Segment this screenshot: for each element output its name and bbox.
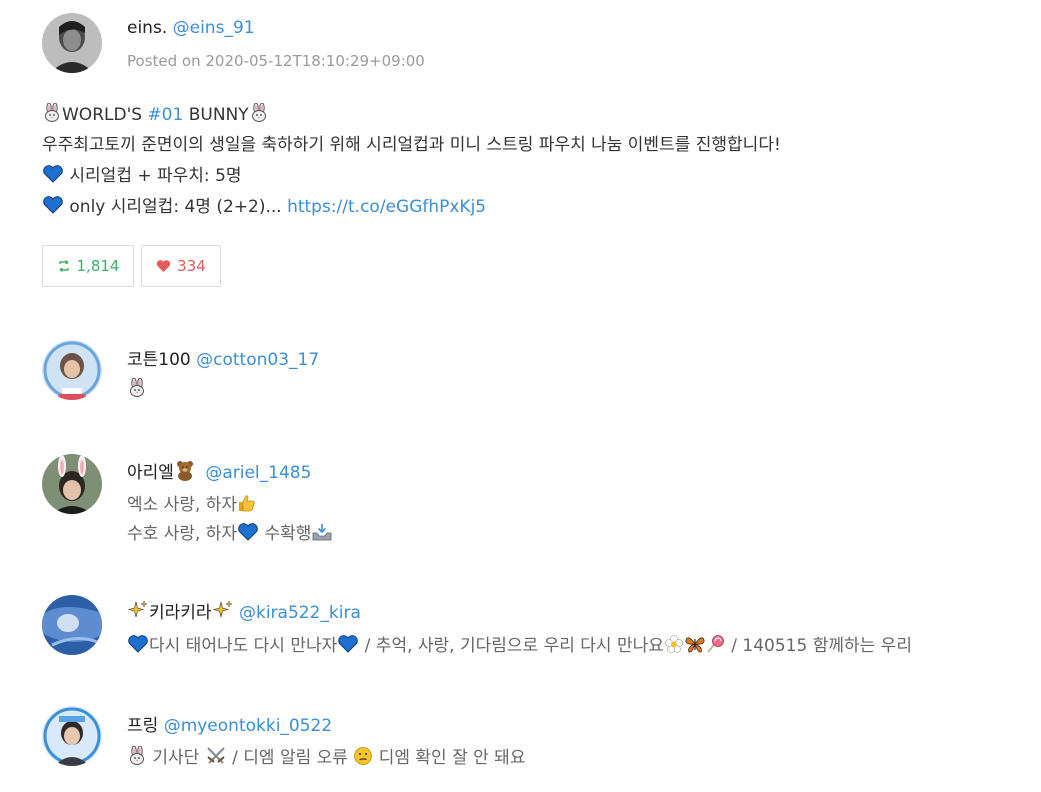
reply-display-name: 코튼100 (127, 350, 191, 370)
post-display-name: eins. (127, 18, 168, 38)
reply-text (127, 377, 147, 402)
blue-heart-emoji (237, 522, 259, 547)
reply-author-handle[interactable]: @myeontokki_0522 (164, 716, 333, 736)
reply-avatar-kira[interactable] (42, 595, 102, 655)
reply-text: 디엠 확인 잘 안 돼요 (373, 748, 526, 768)
thumbs-up-emoji (237, 493, 257, 518)
post-line-1-text-b: BUNNY (183, 105, 249, 125)
reply-text: / 추억, 사랑, 기다림으로 우리 다시 만나요 (359, 636, 664, 656)
post-timestamp: Posted on 2020-05-12T18:10:29+09:00 (127, 52, 425, 70)
post-body-line-1: WORLD'S #01 BUNNY (42, 100, 269, 133)
reply-author-handle[interactable]: @cotton03_17 (196, 350, 319, 370)
reply-display-name: 키라키라 (149, 603, 212, 623)
rabbit-emoji (127, 377, 147, 402)
post-hashtag[interactable]: #01 (147, 105, 183, 125)
sparkles-emoji (127, 599, 149, 626)
reply-author-line: 코튼100 @cotton03_17 (127, 345, 319, 370)
post-body-line-4: only 시리얼컵: 4명 (2+2)... https://t.co/eGGf… (42, 192, 486, 225)
post-author-handle[interactable]: @eins_91 (173, 18, 255, 38)
post-author-avatar[interactable] (42, 13, 102, 73)
reply-author-handle[interactable]: @kira522_kira (239, 603, 361, 623)
retweet-icon (57, 259, 71, 273)
blue-heart-emoji (337, 634, 359, 659)
blue-heart-emoji (42, 195, 64, 225)
reply-avatar-ariel[interactable] (42, 454, 102, 514)
reply-avatar-pring[interactable] (42, 706, 102, 766)
rabbit-emoji (249, 102, 269, 133)
inbox-tray-emoji (311, 522, 333, 547)
blue-heart-emoji (42, 164, 64, 194)
rabbit-emoji (42, 102, 62, 133)
post-body-line-2: 우주최고토끼 준면이의 생일을 축하하기 위해 시리얼컵과 미니 스트링 파우치… (42, 135, 781, 155)
reply-text-line-1: 기사단 / 디엠 알림 오류 디엠 확인 잘 안 돼요 (127, 743, 525, 771)
reply-text: 기사단 (147, 748, 205, 768)
reply-text: 수확행 (259, 524, 312, 544)
heart-icon (156, 259, 171, 273)
reply-text: 엑소 사랑, 하자 (127, 495, 238, 515)
reply-author-handle[interactable]: @ariel_1485 (205, 463, 311, 483)
reply-author-line: 아리엘 @ariel_1485 (127, 458, 311, 486)
reply-text: 다시 태어나도 다시 만나자 (149, 636, 338, 656)
post-author-line: eins. @eins_91 (127, 18, 255, 38)
retweet-button[interactable]: 1,814 (42, 245, 134, 287)
post-line-3-text: 시리얼컵 + 파우치: 5명 (64, 166, 242, 186)
reply-display-name: 아리엘 (127, 463, 174, 483)
post-link[interactable]: https://t.co/eGGfhPxKj5 (287, 197, 486, 217)
blue-heart-emoji (127, 634, 149, 659)
retweet-count: 1,814 (76, 257, 120, 275)
butterfly-emoji (684, 634, 706, 659)
reply-text-line-1: 다시 태어나도 다시 만나자 / 추억, 사랑, 기다림으로 우리 다시 만나요… (127, 631, 912, 659)
reply-display-name: 프링 (127, 716, 159, 736)
blossom-emoji (664, 634, 684, 659)
reply-text: 수호 사랑, 하자 (127, 524, 238, 544)
post-line-1-text-a: WORLD'S (62, 105, 148, 125)
lollipop-emoji (706, 634, 726, 659)
reply-author-line: 키라키라 @kira522_kira (127, 598, 361, 626)
post-body-line-3: 시리얼컵 + 파우치: 5명 (42, 161, 242, 194)
reply-author-line: 프링 @myeontokki_0522 (127, 711, 332, 736)
reply-avatar-cotton[interactable] (42, 340, 102, 400)
crossed-swords-emoji (205, 746, 227, 771)
bear-emoji (174, 459, 196, 486)
reply-text: / 디엠 알림 오류 (226, 748, 354, 768)
like-count: 334 (177, 257, 206, 275)
reply-text-line-2: 수호 사랑, 하자 수확행 (127, 519, 333, 547)
sparkles-emoji (212, 599, 234, 626)
confused-face-emoji (353, 746, 373, 771)
reply-text: / 140515 함께하는 우리 (725, 636, 912, 656)
rabbit-emoji (127, 745, 147, 771)
like-button[interactable]: 334 (141, 245, 221, 287)
reply-text-line-1: 엑소 사랑, 하자 (127, 490, 257, 518)
post-line-4-text: only 시리얼컵: 4명 (2+2)... (64, 197, 288, 217)
